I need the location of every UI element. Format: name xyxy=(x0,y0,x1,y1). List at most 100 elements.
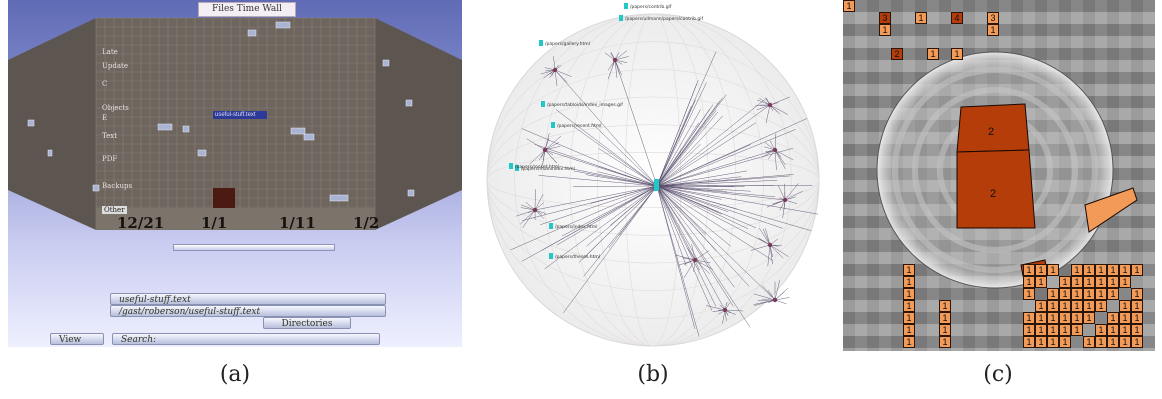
grid-cell[interactable]: 1 xyxy=(1095,336,1107,348)
grid-cell[interactable]: 1 xyxy=(1059,288,1071,300)
grid-cell[interactable]: 1 xyxy=(1059,276,1071,288)
tree-node xyxy=(612,57,618,63)
grid-cell[interactable]: 1 xyxy=(1023,264,1035,276)
grid-cell[interactable]: 1 xyxy=(1047,324,1059,336)
grid-cell[interactable]: 1 xyxy=(939,312,951,324)
grid-cell[interactable]: 1 xyxy=(1035,324,1047,336)
grid-cell[interactable]: 1 xyxy=(879,24,891,36)
grid-cell[interactable]: 1 xyxy=(1059,300,1071,312)
grid-cell[interactable]: 1 xyxy=(1071,288,1083,300)
grid-cell[interactable]: 1 xyxy=(1071,312,1083,324)
grid-cell[interactable]: 1 xyxy=(1131,336,1143,348)
grid-cell[interactable]: 1 xyxy=(903,324,915,336)
grid-cell[interactable]: 1 xyxy=(1107,276,1119,288)
grid-cell[interactable]: 1 xyxy=(1023,288,1035,300)
grid-cell[interactable]: 1 xyxy=(1119,336,1131,348)
grid-cell[interactable]: 1 xyxy=(1107,324,1119,336)
grid-cell[interactable]: 1 xyxy=(1095,276,1107,288)
grid-cell[interactable]: 1 xyxy=(1107,336,1119,348)
grid-cell[interactable]: 1 xyxy=(1071,264,1083,276)
grid-cell[interactable]: 1 xyxy=(1107,264,1119,276)
grid-cell[interactable]: 1 xyxy=(1047,300,1059,312)
grid-cell[interactable]: 1 xyxy=(1095,324,1107,336)
filename-field[interactable]: useful-stuff.text xyxy=(110,293,386,305)
grid-cell[interactable]: 1 xyxy=(939,324,951,336)
grid-cell[interactable]: 1 xyxy=(1119,324,1131,336)
grid-cell[interactable]: 1 xyxy=(1131,264,1143,276)
grid-cell[interactable]: 1 xyxy=(1023,324,1035,336)
grid-cell[interactable]: 1 xyxy=(915,12,927,24)
grid-cell[interactable]: 3 xyxy=(879,12,891,24)
time-slider[interactable] xyxy=(173,244,335,251)
tree-node xyxy=(542,147,548,153)
view-button[interactable]: View xyxy=(50,333,104,345)
search-field[interactable]: Search: xyxy=(112,333,380,345)
tree-node xyxy=(782,197,788,203)
directories-button[interactable]: Directories xyxy=(263,317,351,329)
large-file-block xyxy=(213,188,235,208)
page-node xyxy=(539,40,543,46)
grid-cell[interactable]: 1 xyxy=(939,300,951,312)
grid-cell[interactable]: 1 xyxy=(1083,264,1095,276)
grid-cell[interactable]: 1 xyxy=(939,336,951,348)
grid-cell[interactable]: 1 xyxy=(903,300,915,312)
grid-cell[interactable]: 1 xyxy=(1035,300,1047,312)
grid-cell[interactable]: 1 xyxy=(1023,336,1035,348)
grid-cell[interactable]: 1 xyxy=(843,0,855,12)
grid-cell[interactable]: 1 xyxy=(1119,264,1131,276)
grid-cell[interactable]: 1 xyxy=(1131,288,1143,300)
grid-cell[interactable]: 1 xyxy=(1095,300,1107,312)
grid-cell[interactable]: 1 xyxy=(1023,276,1035,288)
grid-cell[interactable]: 1 xyxy=(1023,312,1035,324)
grid-cell[interactable]: 3 xyxy=(987,12,999,24)
grid-cell[interactable]: 1 xyxy=(1119,300,1131,312)
page-node xyxy=(549,223,553,229)
page-node xyxy=(509,163,513,169)
selected-file-highlight[interactable]: useful-stuff.text xyxy=(213,111,267,119)
grid-cell[interactable]: 1 xyxy=(1047,312,1059,324)
grid-cell[interactable]: 1 xyxy=(1131,312,1143,324)
grid-cell[interactable]: 1 xyxy=(1083,288,1095,300)
grid-cell[interactable]: 1 xyxy=(1083,336,1095,348)
grid-cell[interactable]: 1 xyxy=(1071,300,1083,312)
grid-cell[interactable]: 1 xyxy=(1131,300,1143,312)
path-field[interactable]: /gast/roberson/useful-stuff.text xyxy=(110,305,386,317)
grid-cell[interactable]: 1 xyxy=(1035,276,1047,288)
grid-cell[interactable]: 1 xyxy=(1035,336,1047,348)
grid-cell[interactable]: 1 xyxy=(1059,324,1071,336)
grid-cell[interactable]: 1 xyxy=(1107,288,1119,300)
grid-cell[interactable]: 1 xyxy=(1095,264,1107,276)
page-node xyxy=(624,3,628,9)
category-label: C xyxy=(102,80,108,88)
grid-cell[interactable]: 1 xyxy=(903,276,915,288)
grid-cell[interactable]: 1 xyxy=(903,264,915,276)
grid-cell[interactable]: 1 xyxy=(1119,276,1131,288)
grid-cell[interactable]: 1 xyxy=(1035,264,1047,276)
grid-cell[interactable]: 4 xyxy=(951,12,963,24)
grid-cell[interactable]: 1 xyxy=(1059,336,1071,348)
grid-cell[interactable]: 1 xyxy=(1095,288,1107,300)
grid-cell[interactable]: 1 xyxy=(1119,312,1131,324)
grid-cell[interactable]: 1 xyxy=(903,288,915,300)
grid-cell[interactable]: 1 xyxy=(987,24,999,36)
grid-cell[interactable]: 1 xyxy=(1083,276,1095,288)
grid-cell[interactable]: 1 xyxy=(951,48,963,60)
category-label: Backups xyxy=(102,182,133,190)
grid-cell[interactable]: 2 xyxy=(891,48,903,60)
grid-cell[interactable]: 1 xyxy=(1035,312,1047,324)
grid-cell[interactable]: 1 xyxy=(903,336,915,348)
grid-cell[interactable]: 1 xyxy=(1107,312,1119,324)
grid-cell[interactable]: 1 xyxy=(1083,312,1095,324)
grid-cell[interactable]: 1 xyxy=(1047,264,1059,276)
page-label: /papers/theses.html xyxy=(555,254,600,260)
grid-cell[interactable]: 1 xyxy=(1131,324,1143,336)
grid-cell[interactable]: 1 xyxy=(1071,324,1083,336)
grid-cell[interactable]: 1 xyxy=(1047,288,1059,300)
grid-cell[interactable]: 1 xyxy=(1059,312,1071,324)
grid-cell[interactable]: 1 xyxy=(1071,276,1083,288)
grid-cell[interactable]: 1 xyxy=(903,312,915,324)
grid-cell[interactable]: 1 xyxy=(1047,336,1059,348)
page-node xyxy=(551,122,555,128)
grid-cell[interactable]: 1 xyxy=(927,48,939,60)
grid-cell[interactable]: 1 xyxy=(1083,300,1095,312)
